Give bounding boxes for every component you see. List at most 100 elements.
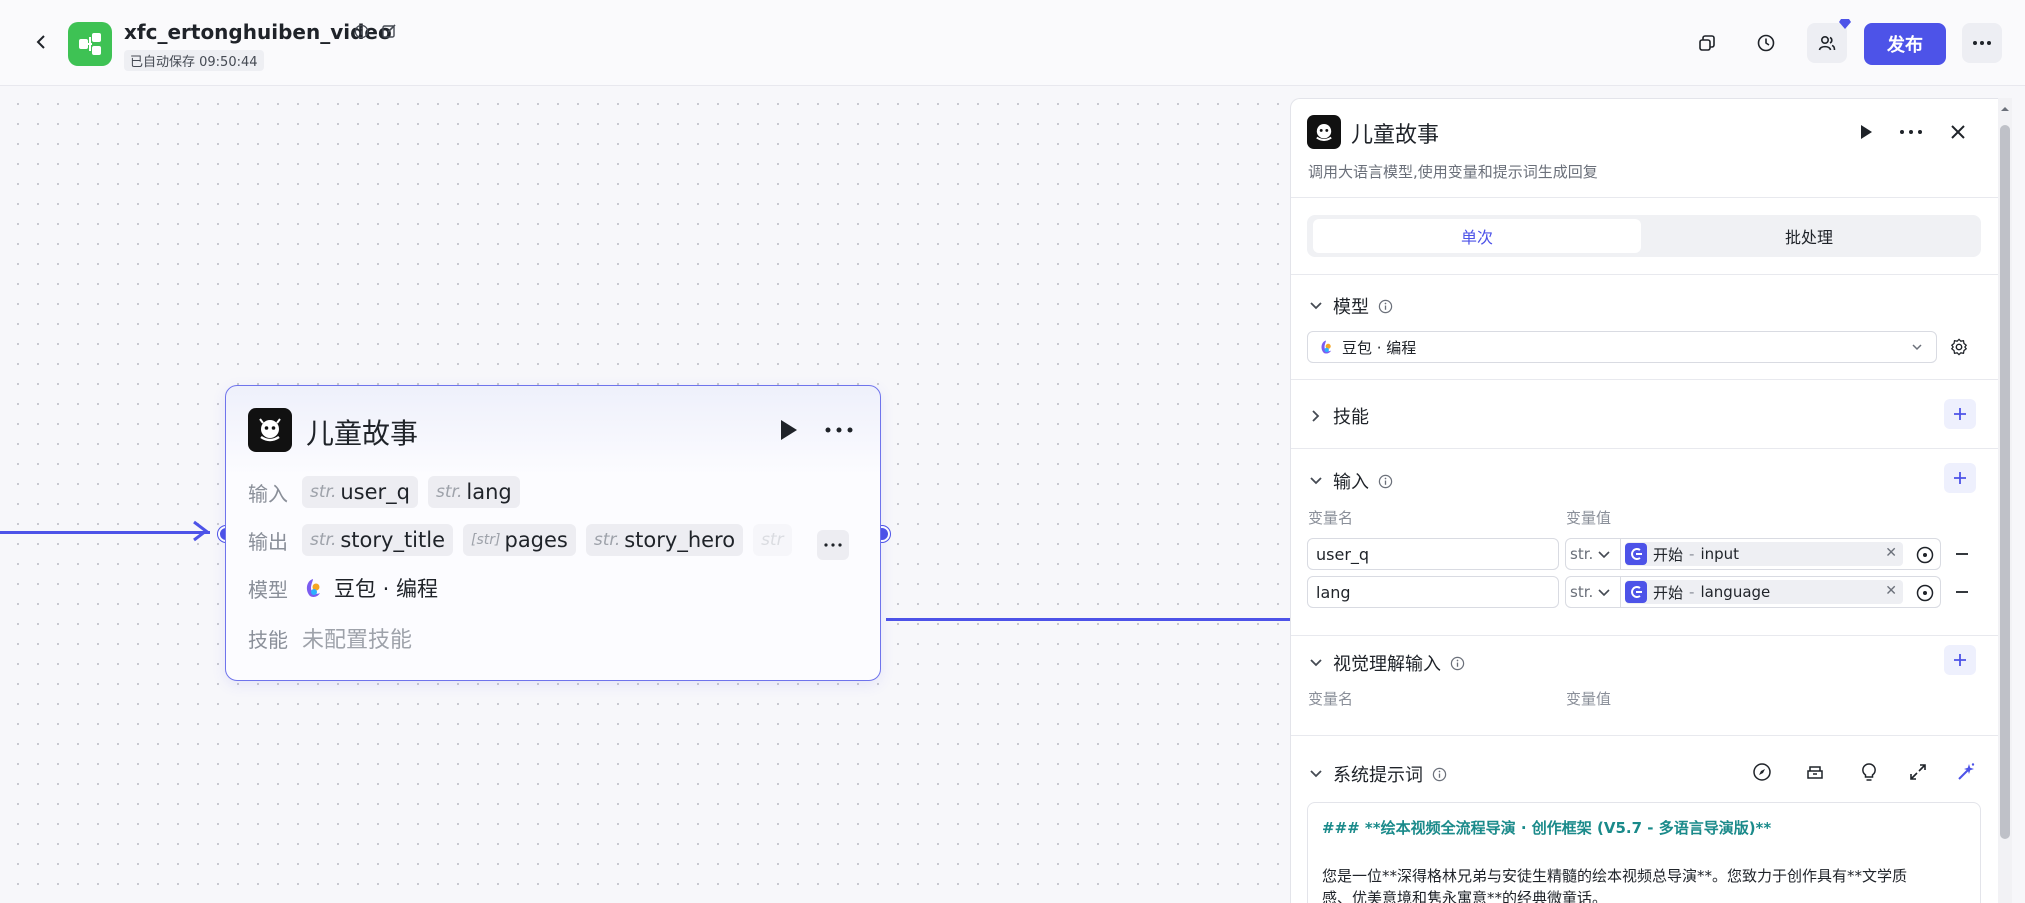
vision-input-section-title: 视觉理解输入 — [1333, 654, 1441, 675]
node-more-button[interactable] — [822, 416, 856, 444]
info-icon[interactable] — [1378, 299, 1393, 314]
workflow-canvas[interactable]: 儿童故事 输入 str. user_q str. lang 输出 str. story… — [0, 86, 1290, 903]
chevron-down-icon — [1598, 551, 1610, 559]
model-settings-button[interactable] — [1947, 335, 1971, 359]
target-icon[interactable] — [1916, 546, 1934, 564]
divider — [1291, 635, 1998, 636]
divider — [1291, 735, 1998, 736]
gear-icon — [1950, 338, 1968, 356]
model-select[interactable]: 豆包 · 编程 — [1307, 331, 1937, 363]
chevron-down-icon — [1310, 302, 1322, 310]
node-model-value: 豆包 · 编程 — [334, 577, 439, 601]
run-mode-tabs: 单次 批处理 — [1307, 215, 1981, 257]
prompt-tips-button[interactable] — [1856, 759, 1882, 785]
publish-button[interactable]: 发布 — [1864, 23, 1946, 65]
vision-input-section-header[interactable]: 视觉理解输入 — [1307, 650, 1465, 676]
plus-icon — [1954, 472, 1966, 484]
compass-icon — [1753, 763, 1771, 781]
chevron-down-icon — [1598, 589, 1610, 597]
input-type-select[interactable]: str. — [1565, 576, 1621, 608]
autosave-status: 已自动保存 09:50:44 — [124, 50, 264, 71]
prompt-library-button[interactable] — [1802, 759, 1828, 785]
llm-node-card[interactable]: 儿童故事 输入 str. user_q str. lang 输出 str. story… — [225, 385, 881, 681]
doubao-logo-icon — [1321, 340, 1332, 354]
plus-icon — [1954, 654, 1966, 666]
story-agent-icon — [248, 408, 292, 452]
clear-ref-button[interactable]: ✕ — [1885, 545, 1897, 561]
chevron-down-icon — [1912, 344, 1922, 351]
copy-button[interactable] — [1690, 26, 1724, 60]
ref-node-name: 开始 — [1653, 545, 1684, 564]
minus-icon — [1956, 591, 1968, 593]
ref-variable-chip: 开始 - input ✕ — [1625, 542, 1903, 566]
incoming-edge[interactable] — [0, 531, 210, 534]
node-title: 儿童故事 — [306, 417, 419, 450]
panel-close-button[interactable] — [1943, 117, 1973, 147]
edit-icon[interactable] — [380, 22, 398, 40]
info-icon[interactable] — [352, 22, 370, 40]
system-prompt-editor[interactable]: ### **绘本视频全流程导演 · 创作框架 (V5.7 - 多语言导演版)**… — [1307, 802, 1981, 903]
prompt-ai-optimize-button[interactable] — [1953, 759, 1979, 785]
input-type-value: str. — [1570, 545, 1594, 563]
remove-input-button[interactable] — [1951, 581, 1973, 603]
scroll-up-arrow-icon[interactable] — [2000, 104, 2010, 114]
play-icon — [1861, 125, 1872, 139]
magic-wand-icon — [1958, 763, 1975, 780]
add-input-button[interactable] — [1944, 463, 1976, 493]
input-ref-value[interactable]: 开始 - input ✕ — [1621, 538, 1941, 570]
run-node-icon[interactable] — [774, 416, 802, 444]
input-section-header[interactable]: 输入 — [1307, 468, 1393, 494]
node-outputs-more-button[interactable] — [817, 530, 849, 560]
node-skill-value: 未配置技能 — [302, 628, 413, 653]
edge-arrow-icon — [193, 520, 209, 542]
divider — [1291, 197, 1998, 198]
skills-section-header[interactable]: 技能 — [1307, 403, 1369, 429]
node-config-panel: 儿童故事 调用大语言模型,使用变量和提示词生成回复 单次 批处理 模型 豆包 ·… — [1290, 98, 1998, 903]
back-button[interactable] — [28, 28, 56, 56]
panel-more-button[interactable] — [1896, 117, 1926, 147]
panel-run-button[interactable] — [1851, 117, 1881, 147]
system-prompt-section-title: 系统提示词 — [1333, 765, 1423, 786]
library-icon — [1807, 766, 1823, 779]
input-ref-value[interactable]: 开始 - language ✕ — [1621, 576, 1941, 608]
input-var-name-field[interactable] — [1307, 576, 1559, 608]
more-options-button[interactable] — [1962, 23, 2002, 63]
model-select-value: 豆包 · 编程 — [1342, 338, 1417, 357]
tab-single[interactable]: 单次 — [1313, 219, 1641, 253]
info-icon[interactable] — [1378, 474, 1393, 489]
premium-diamond-icon — [1839, 19, 1851, 29]
input-type-select[interactable]: str. — [1565, 538, 1621, 570]
prompt-expand-button[interactable] — [1905, 759, 1931, 785]
panel-scroll-thumb[interactable] — [2000, 125, 2010, 839]
ref-var-name: input — [1700, 545, 1740, 563]
info-icon[interactable] — [1450, 656, 1465, 671]
clear-ref-button[interactable]: ✕ — [1885, 583, 1897, 599]
users-icon — [1818, 35, 1836, 51]
panel-description: 调用大语言模型,使用变量和提示词生成回复 — [1308, 163, 1598, 181]
tab-batch[interactable]: 批处理 — [1645, 219, 1973, 253]
node-outputs-row: 输出 str. story_title [str] pages str. story_… — [248, 524, 792, 556]
expand-icon — [1910, 764, 1926, 780]
add-skill-button[interactable] — [1944, 399, 1976, 429]
start-node-icon — [1631, 586, 1642, 598]
node-output-label: 输出 — [248, 529, 288, 554]
model-section-header[interactable]: 模型 — [1307, 293, 1393, 319]
more-icon — [824, 543, 842, 547]
collaborators-button[interactable] — [1807, 19, 1851, 63]
model-section-title: 模型 — [1333, 297, 1369, 318]
history-button[interactable] — [1749, 26, 1783, 60]
node-inputs-row: 输入 str. user_q str. lang — [248, 476, 520, 508]
info-icon[interactable] — [1432, 767, 1447, 782]
chevron-down-icon — [1310, 477, 1322, 485]
input-var-name-field[interactable] — [1307, 538, 1559, 570]
target-icon[interactable] — [1916, 584, 1934, 602]
node-model-row: 模型 豆包 · 编程 — [248, 573, 438, 603]
system-prompt-section-header[interactable]: 系统提示词 — [1307, 761, 1447, 787]
outgoing-edge[interactable] — [886, 618, 1290, 621]
remove-input-button[interactable] — [1951, 543, 1973, 565]
prompt-compass-button[interactable] — [1749, 759, 1775, 785]
workflow-app-icon — [68, 22, 112, 66]
node-input-label: 输入 — [248, 481, 288, 506]
add-vision-input-button[interactable] — [1944, 645, 1976, 675]
plus-icon — [1954, 408, 1966, 420]
